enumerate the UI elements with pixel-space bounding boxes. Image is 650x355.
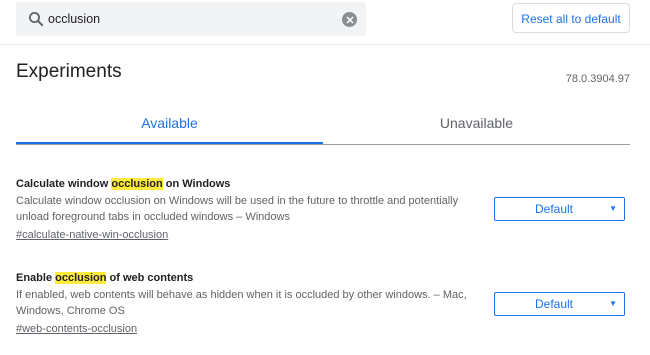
search-highlight: occlusion <box>111 178 163 190</box>
tab-bar: Available Unavailable <box>16 103 630 145</box>
experiment-description: If enabled, web contents will behave as … <box>16 289 467 317</box>
search-box[interactable] <box>16 2 366 36</box>
page-title: Experiments <box>16 61 122 82</box>
search-input[interactable] <box>48 2 348 36</box>
experiment-permalink[interactable]: #calculate-native-win-occlusion <box>16 227 168 243</box>
reset-all-button[interactable]: Reset all to default <box>512 3 630 33</box>
experiment-state-select[interactable]: Default ▼ <box>494 197 625 221</box>
dropdown-arrow-icon: ▼ <box>609 204 617 213</box>
dropdown-arrow-icon: ▼ <box>609 299 617 308</box>
close-icon[interactable] <box>342 12 357 27</box>
toolbar: Reset all to default <box>0 0 650 45</box>
version-label: 78.0.3904.97 <box>565 73 630 85</box>
experiment-description: Calculate window occlusion on Windows wi… <box>16 195 459 223</box>
experiment-permalink[interactable]: #web-contents-occlusion <box>16 321 137 337</box>
tab-available[interactable]: Available <box>16 103 323 144</box>
experiment-title: Calculate window occlusion on Windows <box>16 178 231 190</box>
experiment-item: Enable occlusion of web contents If enab… <box>16 270 630 337</box>
search-icon <box>28 11 44 27</box>
experiment-title: Enable occlusion of web contents <box>16 272 194 284</box>
tab-unavailable[interactable]: Unavailable <box>323 103 630 143</box>
experiment-item: Calculate window occlusion on Windows Ca… <box>16 176 630 243</box>
select-value: Default <box>534 297 574 311</box>
experiment-state-select[interactable]: Default ▼ <box>494 292 625 316</box>
select-value: Default <box>534 202 574 216</box>
search-highlight: occlusion <box>55 272 107 284</box>
